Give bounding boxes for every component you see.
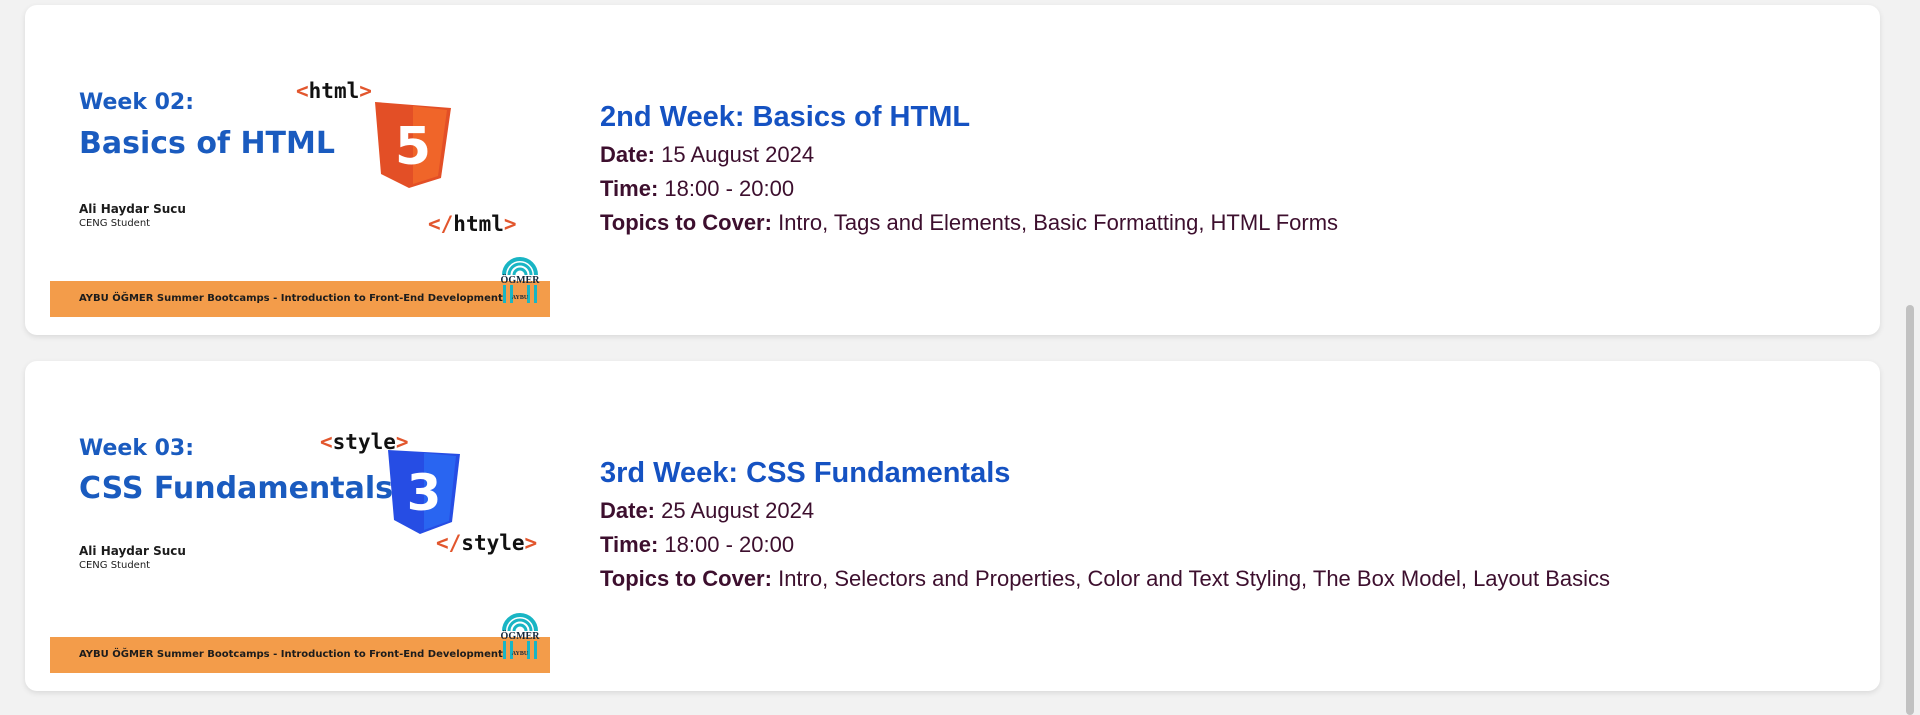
close-tag-text: </style> (436, 531, 538, 555)
thumbnail-author: Ali Haydar Sucu (79, 544, 186, 558)
ogmer-logo: ÖGMER AYBU (498, 245, 542, 305)
week-card-03: Week 03: CSS Fundamentals <style> 3 </st… (25, 361, 1880, 691)
svg-text:3: 3 (407, 464, 442, 522)
week-thumbnail[interactable]: Week 03: CSS Fundamentals <style> 3 </st… (50, 408, 550, 673)
css3-shield-icon: 3 (388, 450, 460, 534)
thumbnail-banner: AYBU ÖĞMER Summer Bootcamps - Introducti… (50, 281, 550, 317)
week-info: 2nd Week: Basics of HTML Date: 15 August… (600, 101, 1338, 244)
banner-text: AYBU ÖĞMER Summer Bootcamps - Introducti… (79, 649, 503, 660)
svg-text:5: 5 (395, 117, 431, 177)
banner-text: AYBU ÖĞMER Summer Bootcamps - Introducti… (79, 293, 503, 304)
week-heading[interactable]: 3rd Week: CSS Fundamentals (600, 457, 1610, 490)
open-tag-text: <html> (296, 79, 372, 103)
week-info: 3rd Week: CSS Fundamentals Date: 25 Augu… (600, 457, 1610, 600)
topics-row: Topics to Cover: Intro, Selectors and Pr… (600, 566, 1610, 592)
week-card-02: Week 02: Basics of HTML <html> 5 </html>… (25, 5, 1880, 335)
logo-top-text: ÖGMER (500, 275, 540, 286)
logo-top-text: ÖGMER (500, 631, 540, 642)
date-label: Date: (600, 498, 656, 523)
scrollbar-thumb[interactable] (1906, 305, 1914, 715)
time-label: Time: (600, 176, 659, 201)
week-heading[interactable]: 2nd Week: Basics of HTML (600, 101, 1338, 134)
time-label: Time: (600, 532, 659, 557)
thumbnail-title: Basics of HTML (79, 126, 335, 161)
topics-label: Topics to Cover: (600, 566, 772, 591)
time-row: Time: 18:00 - 20:00 (600, 176, 1338, 202)
time-row: Time: 18:00 - 20:00 (600, 532, 1610, 558)
logo-bottom-text: AYBU (511, 295, 529, 301)
date-value: 25 August 2024 (661, 498, 815, 523)
thumbnail-title: CSS Fundamentals (79, 471, 394, 506)
topics-label: Topics to Cover: (600, 210, 772, 235)
topics-row: Topics to Cover: Intro, Tags and Element… (600, 210, 1338, 236)
time-value: 18:00 - 20:00 (664, 176, 795, 201)
thumbnail-week-label: Week 03: (79, 436, 195, 461)
logo-bottom-text: AYBU (511, 651, 529, 657)
thumbnail-role: CENG Student (79, 218, 151, 229)
date-row: Date: 25 August 2024 (600, 498, 1610, 524)
thumbnail-role: CENG Student (79, 560, 151, 571)
ogmer-logo: ÖGMER AYBU (498, 601, 542, 661)
thumbnail-author: Ali Haydar Sucu (79, 202, 186, 216)
page-scrollbar[interactable] (1900, 0, 1920, 715)
thumbnail-week-label: Week 02: (79, 90, 195, 115)
topics-value: Intro, Tags and Elements, Basic Formatti… (778, 210, 1339, 235)
date-label: Date: (600, 142, 656, 167)
week-thumbnail[interactable]: Week 02: Basics of HTML <html> 5 </html>… (50, 52, 550, 317)
thumbnail-banner: AYBU ÖĞMER Summer Bootcamps - Introducti… (50, 637, 550, 673)
time-value: 18:00 - 20:00 (664, 532, 795, 557)
date-value: 15 August 2024 (661, 142, 815, 167)
date-row: Date: 15 August 2024 (600, 142, 1338, 168)
html5-shield-icon: 5 (375, 102, 451, 188)
close-tag-text: </html> (428, 212, 517, 236)
topics-value: Intro, Selectors and Properties, Color a… (778, 566, 1611, 591)
